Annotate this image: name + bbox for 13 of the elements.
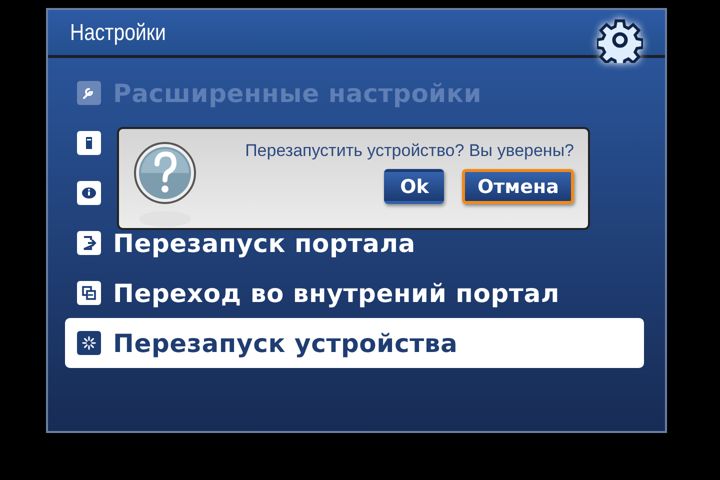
menu-item[interactable]: Перезапуск устройства <box>113 328 458 358</box>
switch-icon <box>77 281 101 305</box>
settings-icon <box>597 16 643 62</box>
sunburst-icon <box>77 331 101 355</box>
dialog-message: Перезапустить устройство? Вы уверены? <box>245 141 574 161</box>
question-icon <box>133 139 197 229</box>
menu-item[interactable]: Перезапуск портала <box>113 228 416 258</box>
menu-item[interactable]: Переход во внутрений портал <box>113 278 560 308</box>
screen-title: Настройки <box>70 19 166 46</box>
cancel-button[interactable]: Отмена <box>462 169 574 204</box>
ok-button[interactable]: Ok <box>384 169 444 204</box>
exit-icon <box>77 231 101 255</box>
wrench-icon <box>77 81 101 105</box>
